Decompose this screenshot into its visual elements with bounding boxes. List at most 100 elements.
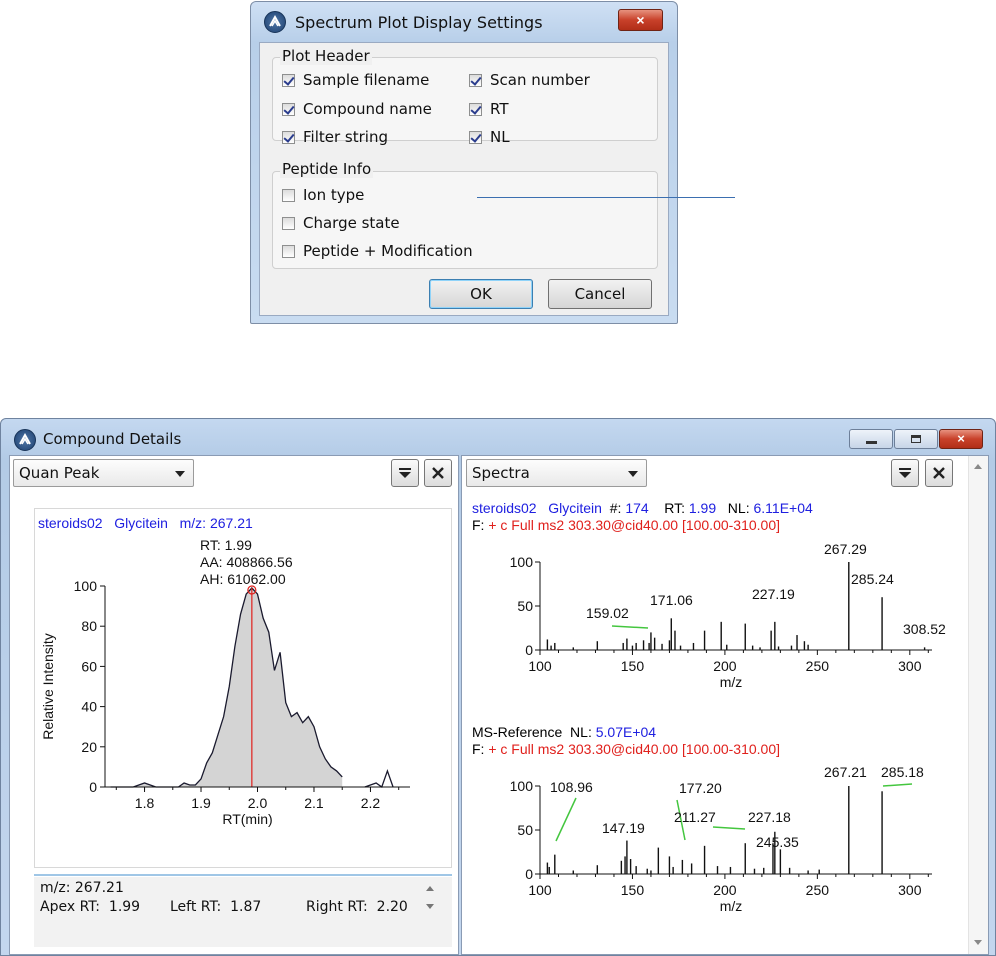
rt-checkbox[interactable]: RT — [469, 100, 509, 118]
y-tick-label: 40 — [81, 699, 97, 715]
checkbox-label: Sample filename — [303, 71, 430, 89]
reference-label: MS-Reference — [472, 724, 563, 740]
peak-label: 108.96 — [550, 779, 593, 795]
spectra-dropdown[interactable]: Spectra — [466, 459, 647, 487]
dialog-body: Plot Header Sample filename Scan number … — [259, 42, 669, 316]
compound-details-window: Compound Details × Quan Peak steroids02 … — [0, 418, 996, 956]
checkbox-mark — [282, 188, 295, 202]
scroll-up-icon[interactable] — [426, 886, 434, 891]
peak-chart: RT: 1.99AA: 408866.56AH: 61062.00 0 20 40 60… — [40, 537, 410, 827]
footer-left-rt: Left RT: 1.87 — [170, 899, 262, 915]
ion-type-checkbox[interactable]: Ion type — [282, 186, 364, 204]
checkbox-mark — [282, 130, 295, 144]
cancel-button[interactable]: Cancel — [548, 279, 652, 309]
y-axis-label: Relative Intensity — [40, 633, 56, 740]
nl-key: NL: — [727, 500, 750, 516]
peak-trace-tail — [364, 768, 394, 789]
x-tick-label: 250 — [806, 658, 830, 674]
filter-string: F: + c Full ms2 303.30@cid40.00 [100.00-… — [472, 517, 780, 533]
checkbox-mark — [469, 130, 482, 144]
x-tick-label: 150 — [621, 882, 645, 898]
peak-label: 171.06 — [650, 592, 693, 608]
checkbox-label: Compound name — [303, 100, 432, 118]
checkbox-label: Peptide + Modification — [303, 242, 473, 260]
y-tick-label: 60 — [81, 658, 97, 674]
filter-string-checkbox[interactable]: Filter string — [282, 128, 388, 146]
checkbox-label: Charge state — [303, 214, 400, 232]
ok-button[interactable]: OK — [429, 279, 533, 309]
close-icon — [933, 467, 945, 479]
minimize-button[interactable] — [849, 429, 893, 449]
checkbox-label: NL — [490, 128, 510, 146]
label-leader-line — [555, 797, 577, 842]
plot-header-label: Plot Header — [280, 47, 372, 65]
peptide-modification-checkbox[interactable]: Peptide + Modification — [282, 242, 473, 260]
checkbox-label: Ion type — [303, 186, 365, 204]
scan-number: 174 — [625, 500, 649, 516]
footer-scrollbar[interactable] — [422, 880, 438, 944]
footer-right-rt: Right RT: 2.20 — [306, 899, 408, 915]
x-tick-label: 200 — [713, 882, 737, 898]
peak-label: 267.21 — [824, 764, 867, 780]
x-axis-label: RT(min) — [222, 811, 272, 827]
peak-annotation: AH: 61062.00 — [200, 571, 286, 587]
y-tick-label: 100 — [510, 554, 534, 570]
pane-close-button[interactable] — [925, 459, 953, 487]
label-leader-line — [611, 625, 649, 629]
peak-label: 159.02 — [586, 605, 629, 621]
dialog-title: Spectrum Plot Display Settings — [295, 13, 543, 32]
scroll-down-icon[interactable] — [974, 940, 982, 945]
close-button[interactable]: × — [618, 9, 663, 31]
charge-state-checkbox[interactable]: Charge state — [282, 214, 400, 232]
sample-filename-checkbox[interactable]: Sample filename — [282, 71, 429, 89]
peak-label: 285.24 — [851, 571, 894, 587]
x-tick-label: 250 — [806, 882, 830, 898]
quan-peak-pane: Quan Peak steroids02 Glycitein m/z: 267.… — [9, 455, 459, 955]
filter-value: + c Full ms2 303.30@cid40.00 [100.00-310… — [488, 741, 781, 757]
nl-key: NL: — [570, 724, 592, 740]
minimize-icon — [866, 441, 877, 444]
x-tick-label: 1.9 — [191, 795, 211, 811]
label-leader-line — [882, 783, 913, 787]
peak-area — [110, 588, 343, 787]
reference-filter-string: F: + c Full ms2 303.30@cid40.00 [100.00-… — [472, 741, 780, 757]
pane-menu-button[interactable] — [891, 459, 919, 487]
window-close-button[interactable]: × — [939, 429, 983, 449]
scroll-up-icon[interactable] — [974, 464, 982, 469]
callout-line — [477, 197, 735, 198]
label-leader-line — [712, 826, 746, 830]
spectra-pane: Spectra steroids02 Glycitein #: 174 RT: … — [461, 455, 989, 955]
filter-key: F: — [472, 741, 485, 757]
nl-checkbox[interactable]: NL — [469, 128, 510, 146]
x-tick-label: 100 — [528, 882, 552, 898]
peak-label: 227.19 — [752, 586, 795, 602]
scroll-down-icon[interactable] — [426, 904, 434, 909]
checkbox-mark — [282, 244, 295, 258]
peak-annotation: AA: 408866.56 — [200, 554, 293, 570]
scan-number-checkbox[interactable]: Scan number — [469, 71, 590, 89]
checkbox-label: Filter string — [303, 128, 388, 146]
peak-label: 227.18 — [748, 809, 791, 825]
dropdown-value: Spectra — [472, 464, 530, 482]
app-logo-icon — [14, 429, 36, 451]
x-tick-label: 100 — [528, 658, 552, 674]
reference-header: MS-Reference NL: 5.07E+04 — [472, 724, 656, 740]
y-tick-label: 80 — [81, 618, 97, 634]
footer-divider — [34, 874, 452, 876]
maximize-button[interactable] — [894, 429, 938, 449]
x-tick-label: 300 — [898, 882, 922, 898]
chevron-down-icon — [628, 471, 638, 477]
checkbox-mark — [469, 102, 482, 116]
app-logo-icon — [264, 11, 286, 33]
y-tick-label: 50 — [517, 822, 533, 838]
spectra-scrollbar[interactable] — [968, 456, 988, 954]
checkbox-mark — [282, 216, 295, 230]
plot-settings-dialog: Spectrum Plot Display Settings × Plot He… — [250, 1, 678, 324]
reference-spectrum-chart: 0 50 100 100 150 200 250 300 m/z 108.96 147.19 177.… — [510, 764, 932, 914]
peak-label: 177.20 — [679, 780, 722, 796]
compound-name-checkbox[interactable]: Compound name — [282, 100, 432, 118]
checkbox-mark — [282, 102, 295, 116]
menu-icon — [899, 468, 911, 478]
compound-name: Glycitein — [548, 500, 602, 516]
checkbox-label: Scan number — [490, 71, 590, 89]
